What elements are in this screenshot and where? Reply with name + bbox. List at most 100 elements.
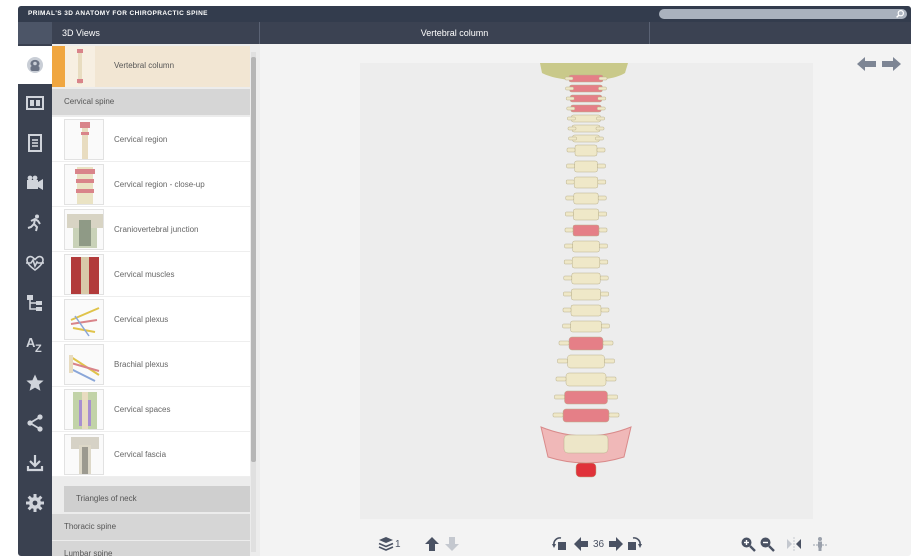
list-scrollbar[interactable] (251, 52, 256, 552)
selection-marker (52, 46, 65, 87)
layers-control[interactable]: 1 (378, 536, 401, 552)
hierarchy-icon (27, 295, 42, 311)
rail-settings-button[interactable] (18, 484, 52, 522)
thumbnail-brachial-plexus (64, 344, 104, 385)
rail-hierarchy-button[interactable] (18, 284, 52, 322)
thumbnail-cervical-fascia (64, 434, 104, 475)
favorite-star-icon (26, 374, 44, 391)
bottom-toolbar: 1 36 (260, 532, 911, 556)
slice-number: 36 (593, 538, 605, 550)
list-item-label: Cervical plexus (114, 315, 169, 324)
mirror-button[interactable] (786, 536, 802, 552)
arrow-up-icon (425, 537, 439, 551)
rotate-left-icon (552, 537, 566, 550)
vertebral-column-model[interactable] (360, 63, 813, 519)
rail-share-button[interactable] (18, 404, 52, 442)
app-window: PRIMAL'S 3D ANATOMY FOR CHIROPRACTIC SPI… (18, 6, 911, 556)
list-item-label: Cervical fascia (114, 450, 167, 459)
arrow-down-icon (445, 537, 459, 551)
rotate-right-icon (628, 537, 642, 550)
arrow-left-icon (574, 537, 588, 551)
mirror-flip-icon (787, 537, 801, 551)
list-item-cervical-fascia[interactable]: Cervical fascia (52, 432, 250, 477)
layer-up-button[interactable] (424, 536, 440, 552)
section-thoracic-spine[interactable]: Thoracic spine (52, 514, 250, 540)
list-item-label: Craniovertebral junction (114, 225, 199, 234)
list-item-selected[interactable]: Vertebral column (52, 46, 250, 87)
rail-slides-button[interactable] (18, 84, 52, 122)
header-corner (18, 22, 52, 44)
rail-3d-views-button[interactable] (18, 46, 52, 84)
thumbnail-cervical-close-up (64, 164, 104, 205)
slice-next-button[interactable] (608, 536, 624, 552)
rail-index-button[interactable]: A Z (18, 324, 52, 362)
panel-title: 3D Views (52, 22, 260, 44)
thumbnail-cervical-muscles (64, 254, 104, 295)
list-item-label: Cervical muscles (114, 270, 175, 279)
pulse-icon (26, 255, 44, 271)
list-item-cervical-region[interactable]: Cervical region (52, 117, 250, 162)
title-bar: PRIMAL'S 3D ANATOMY FOR CHIROPRACTIC SPI… (18, 6, 911, 26)
list-item-cervical-plexus[interactable]: Cervical plexus (52, 297, 250, 342)
zoom-in-icon (741, 537, 756, 552)
layers-icon (378, 537, 394, 551)
animation-icon (27, 214, 41, 232)
thumbnail-vertebral-column (65, 46, 95, 87)
thumbnail-craniovertebral-junction (64, 209, 104, 250)
3d-viewport[interactable] (360, 63, 813, 519)
rail-pulse-button[interactable] (18, 244, 52, 282)
text-book-icon (28, 134, 42, 152)
search-box[interactable] (659, 9, 907, 26)
list-item-cervical-region-close-up[interactable]: Cervical region - close-up (52, 162, 250, 207)
list-item-craniovertebral-junction[interactable]: Craniovertebral junction (52, 207, 250, 252)
thumbnail-cervical-spaces (64, 389, 104, 430)
move-figure-icon (813, 537, 827, 551)
icon-rail: A Z (18, 44, 52, 556)
section-cervical-spine[interactable]: Cervical spine (52, 89, 250, 115)
list-item-cervical-spaces[interactable]: Cervical spaces (52, 387, 250, 432)
zoom-in-button[interactable] (740, 536, 756, 552)
scrollbar-thumb[interactable] (251, 57, 256, 462)
list-item-cervical-muscles[interactable]: Cervical muscles (52, 252, 250, 297)
header-bar: 3D Views Vertebral column (18, 22, 911, 44)
list-item-label: Cervical region - close-up (114, 180, 205, 189)
settings-gear-icon (26, 494, 44, 512)
rail-animation-button[interactable] (18, 204, 52, 242)
back-arrow-icon[interactable] (856, 55, 878, 73)
subsection-triangles-of-neck[interactable]: Triangles of neck (64, 486, 250, 512)
search-icon[interactable] (895, 9, 905, 19)
rail-download-button[interactable] (18, 444, 52, 482)
list-item-label: Cervical spaces (114, 405, 171, 414)
history-nav (856, 55, 906, 73)
spine-segments (540, 74, 632, 478)
arrow-right-icon (609, 537, 623, 551)
layer-down-button[interactable] (444, 536, 460, 552)
zoom-out-button[interactable] (759, 536, 775, 552)
section-lumbar-spine[interactable]: Lumbar spine (52, 541, 250, 556)
thumbnail-cervical-region (64, 119, 104, 160)
thumbnail-cervical-plexus (64, 299, 104, 340)
zoom-out-icon (760, 537, 775, 552)
rail-video-button[interactable] (18, 164, 52, 202)
rotate-right-button[interactable] (626, 536, 642, 552)
slides-icon (26, 96, 44, 110)
share-icon (27, 414, 43, 432)
forward-arrow-icon[interactable] (880, 55, 902, 73)
list-item-brachial-plexus[interactable]: Brachial plexus (52, 342, 250, 387)
app-title: PRIMAL'S 3D ANATOMY FOR CHIROPRACTIC SPI… (28, 10, 208, 17)
slice-previous-button[interactable] (573, 536, 589, 552)
reset-view-button[interactable] (812, 536, 828, 552)
list-item-label: Vertebral column (114, 61, 175, 70)
video-icon (27, 175, 43, 190)
svg-text:Z: Z (35, 343, 42, 353)
views-list-panel: Vertebral column Cervical spine Cervical… (52, 44, 260, 556)
layer-count: 1 (395, 538, 401, 550)
list-item-label: Cervical region (114, 135, 168, 144)
rail-favorites-button[interactable] (18, 364, 52, 402)
rotate-left-button[interactable] (552, 536, 568, 552)
view-title: Vertebral column (260, 22, 650, 44)
download-icon (26, 455, 44, 472)
list-item-label: Brachial plexus (114, 360, 169, 369)
rail-text-button[interactable] (18, 124, 52, 162)
a-z-index-icon: A Z (26, 335, 42, 353)
